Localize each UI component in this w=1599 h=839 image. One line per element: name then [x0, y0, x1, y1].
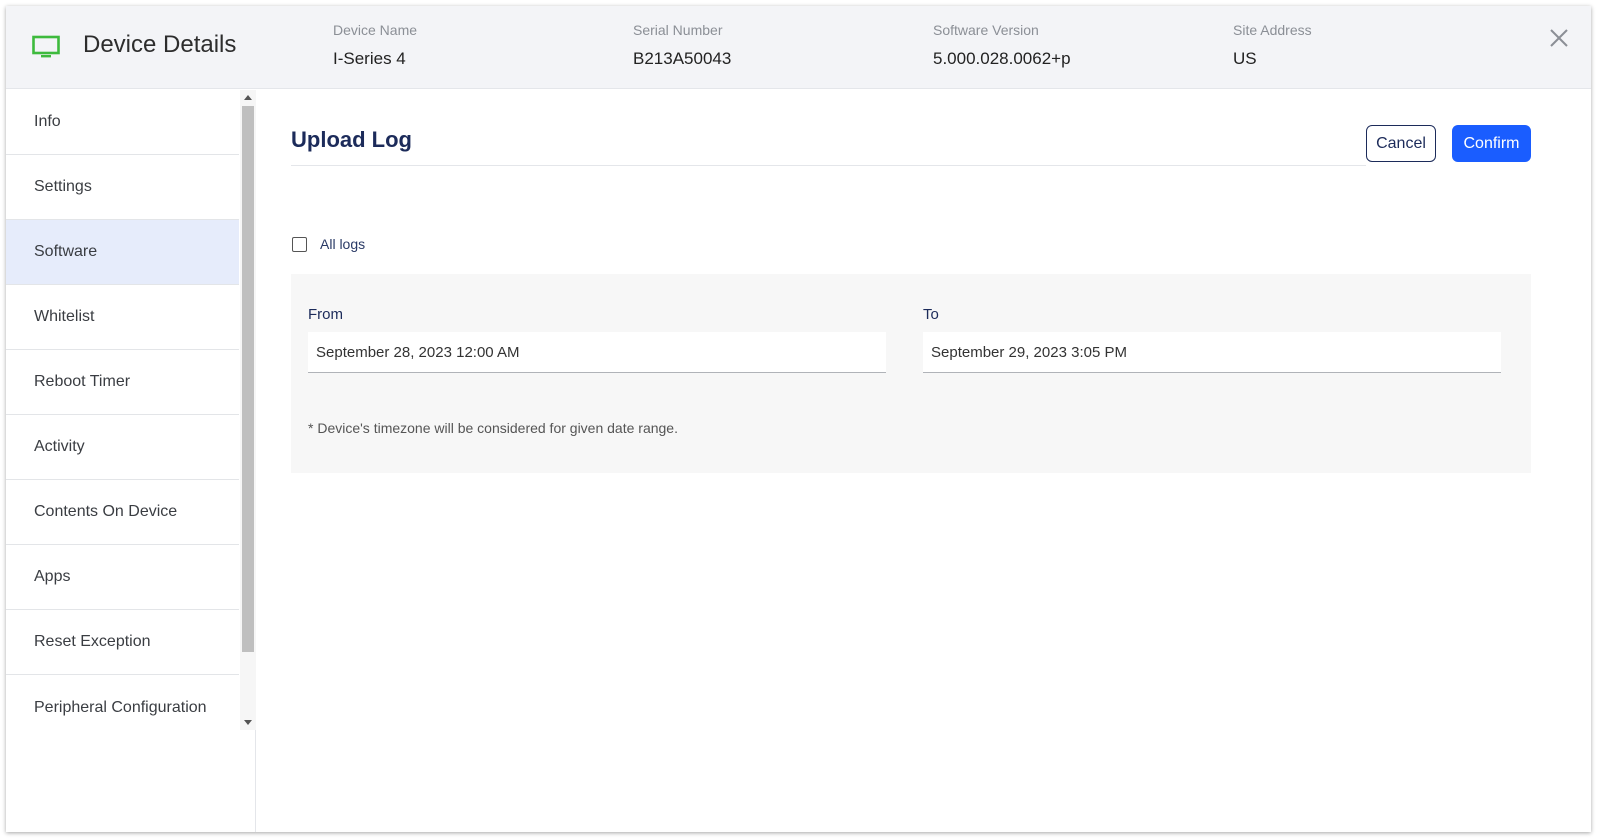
software-version-meta: Software Version 5.000.028.0062+p: [933, 22, 1071, 69]
monitor-icon: [32, 35, 60, 58]
sidebar-item-label: Settings: [34, 178, 92, 195]
sidebar-item-apps[interactable]: Apps: [6, 545, 239, 610]
sidebar-item-label: Peripheral Configuration: [34, 698, 207, 716]
modal-title: Device Details: [83, 31, 237, 58]
modal-header: Device Details Device Name I-Series 4 Se…: [6, 6, 1591, 89]
sidebar-item-label: Reboot Timer: [34, 373, 131, 390]
sidebar-item-contents-on-device[interactable]: Contents On Device: [6, 480, 239, 545]
device-details-modal: Device Details Device Name I-Series 4 Se…: [6, 6, 1591, 832]
site-address-value: US: [1233, 49, 1257, 68]
from-field: From: [308, 306, 886, 373]
date-range-panel: From To * Device's timezone will be cons…: [291, 274, 1531, 473]
to-field: To: [923, 306, 1501, 373]
device-name-value: I-Series 4: [333, 49, 406, 68]
sidebar-item-whitelist[interactable]: Whitelist: [6, 285, 239, 350]
sidebar-item-label: Info: [34, 113, 61, 130]
close-icon[interactable]: [1547, 26, 1571, 50]
sidebar-item-label: Activity: [34, 438, 85, 455]
page-title: Upload Log: [291, 127, 412, 152]
device-name-meta: Device Name I-Series 4: [333, 22, 417, 69]
timezone-note: * Device's timezone will be considered f…: [308, 420, 678, 436]
sidebar-item-label: Contents On Device: [34, 503, 178, 520]
from-date-input[interactable]: [308, 332, 886, 373]
scroll-down-arrow-icon[interactable]: [244, 720, 252, 725]
cancel-button[interactable]: Cancel: [1366, 125, 1436, 162]
serial-number-meta: Serial Number B213A50043: [633, 22, 731, 69]
nav-list: Info Settings Software Whitelist Reboot …: [6, 90, 239, 740]
sidebar-item-info[interactable]: Info: [6, 90, 239, 155]
device-name-label: Device Name: [333, 22, 418, 38]
main-content: Upload Log Cancel Confirm All logs From …: [257, 90, 1591, 832]
sidebar-item-reset-exception[interactable]: Reset Exception: [6, 610, 239, 675]
all-logs-option[interactable]: All logs: [292, 236, 365, 252]
sidebar-scrollbar[interactable]: [240, 90, 256, 730]
scrollbar-thumb[interactable]: [242, 106, 254, 652]
serial-number-label: Serial Number: [633, 22, 723, 38]
sidebar-item-label: Reset Exception: [34, 633, 151, 650]
from-label: From: [308, 306, 343, 323]
software-version-label: Software Version: [933, 22, 1039, 38]
sidebar-item-label: Software: [34, 243, 98, 260]
sidebar-item-label: Whitelist: [34, 308, 95, 325]
scroll-up-arrow-icon[interactable]: [244, 95, 252, 100]
sidebar-item-reboot-timer[interactable]: Reboot Timer: [6, 350, 239, 415]
site-address-label: Site Address: [1233, 22, 1312, 38]
to-label: To: [923, 306, 939, 323]
sidebar-item-label: Apps: [34, 568, 71, 585]
sidebar-item-activity[interactable]: Activity: [6, 415, 239, 480]
confirm-button[interactable]: Confirm: [1452, 125, 1531, 162]
software-version-value: 5.000.028.0062+p: [933, 49, 1071, 68]
serial-number-value: B213A50043: [633, 49, 732, 68]
sidebar-nav: Info Settings Software Whitelist Reboot …: [6, 90, 256, 832]
sidebar-item-settings[interactable]: Settings: [6, 155, 239, 220]
all-logs-checkbox[interactable]: [292, 236, 307, 252]
sidebar-item-software[interactable]: Software: [6, 220, 239, 285]
to-date-input[interactable]: [923, 332, 1501, 373]
site-address-meta: Site Address US: [1233, 22, 1312, 69]
sidebar-item-peripheral-configuration[interactable]: Peripheral Configuration: [6, 675, 239, 740]
title-divider: [291, 165, 1366, 166]
all-logs-label[interactable]: All logs: [320, 236, 365, 252]
